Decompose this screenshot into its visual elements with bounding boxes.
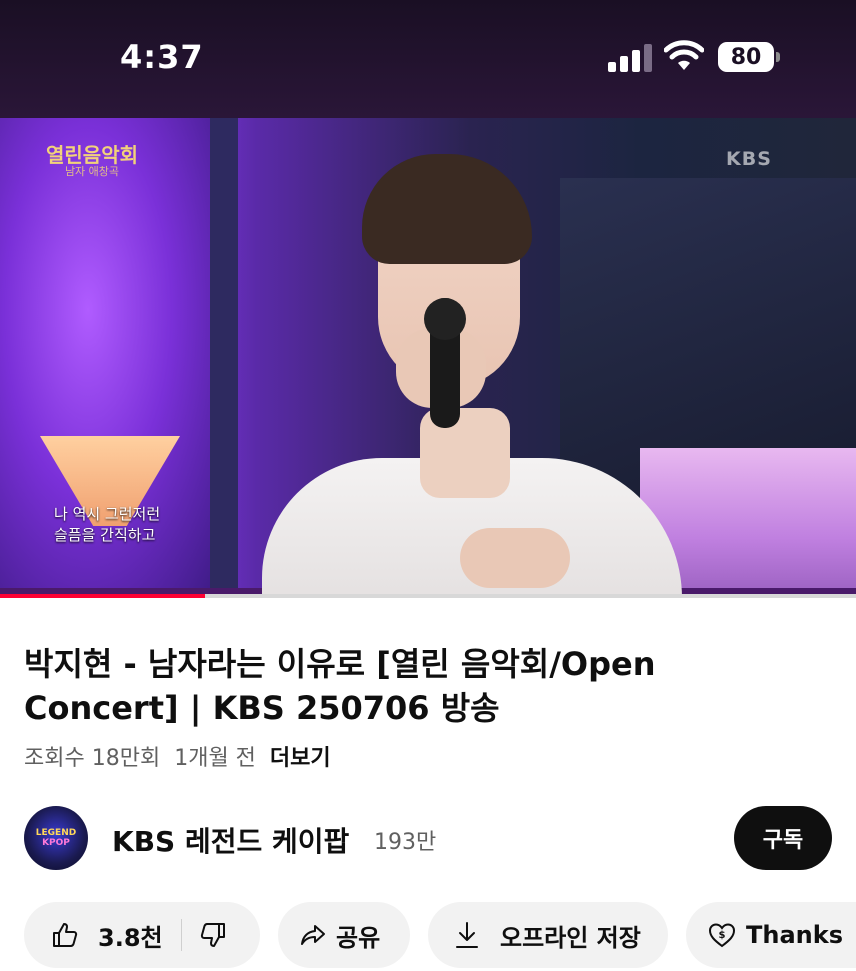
lyric-caption: 나 역시 그런저런 슬픔을 간직하고 — [54, 504, 160, 546]
more-link[interactable]: 더보기 — [270, 746, 331, 771]
avatar-text-line1: LEGEND — [35, 828, 77, 838]
thumbs-down-icon[interactable] — [200, 922, 226, 948]
video-meta[interactable]: 조회수 18만회 1개월 전 더보기 — [24, 740, 331, 772]
singer-hand-chest — [460, 528, 570, 588]
show-logo: 열린음악회 남자 애창곡 — [46, 144, 138, 178]
singer-hair — [362, 154, 532, 264]
channel-avatar[interactable]: LEGEND KPOP — [24, 806, 88, 870]
battery-tip — [776, 52, 780, 62]
lyric-caption-line1: 나 역시 그런저런 — [54, 505, 161, 523]
broadcaster-watermark: KBS — [726, 148, 772, 170]
thanks-button[interactable]: $ Thanks — [686, 902, 856, 968]
subscriber-count: 193만 — [374, 830, 437, 855]
video-title[interactable]: 박지현 - 남자라는 이유로 [열린 음악회/Open Concert] | K… — [24, 642, 724, 730]
clock-time: 4:37 — [120, 38, 204, 76]
channel-row: LEGEND KPOP KBS 레전드 케이팝 193만 구독 — [24, 806, 834, 870]
battery-level: 80 — [730, 44, 762, 70]
lyric-caption-line2: 슬픔을 간직하고 — [54, 526, 156, 544]
share-button[interactable]: 공유 — [278, 902, 410, 968]
stage-pillar — [210, 118, 238, 588]
thanks-label: Thanks — [746, 921, 843, 949]
show-logo-subtitle: 남자 애창곡 — [64, 165, 120, 178]
channel-name[interactable]: KBS 레전드 케이팝 — [112, 820, 349, 860]
like-dislike-group: 3.8천 — [24, 902, 260, 968]
offline-save-label: 오프라인 저장 — [500, 923, 641, 952]
view-count: 조회수 18만회 — [24, 746, 161, 771]
offline-save-button[interactable]: 오프라인 저장 — [428, 902, 668, 968]
download-icon — [456, 922, 478, 948]
thanks-heart-icon: $ — [708, 923, 736, 948]
svg-text:$: $ — [719, 930, 726, 941]
show-logo-title: 열린음악회 — [46, 143, 138, 167]
upload-age: 1개월 전 — [174, 746, 256, 771]
battery-icon: 80 — [718, 42, 774, 72]
subscribe-button[interactable]: 구독 — [734, 806, 832, 870]
video-player[interactable]: 열린음악회 남자 애창곡 KBS 나 역시 그런저런 슬픔을 간직하고 — [0, 118, 856, 598]
action-bar: 3.8천 공유 오프라인 저장 $ Thanks — [24, 902, 856, 968]
avatar-text-line2: KPOP — [42, 838, 70, 848]
share-label: 공유 — [336, 923, 381, 952]
thumbs-up-icon[interactable] — [52, 922, 78, 948]
like-count[interactable]: 3.8천 — [98, 918, 163, 953]
status-bar: 4:37 80 — [0, 0, 856, 118]
microphone-head — [424, 298, 466, 340]
like-divider — [180, 919, 182, 951]
wifi-icon — [664, 40, 704, 70]
cellular-signal-icon — [608, 44, 652, 72]
share-arrow-icon — [301, 925, 325, 945]
